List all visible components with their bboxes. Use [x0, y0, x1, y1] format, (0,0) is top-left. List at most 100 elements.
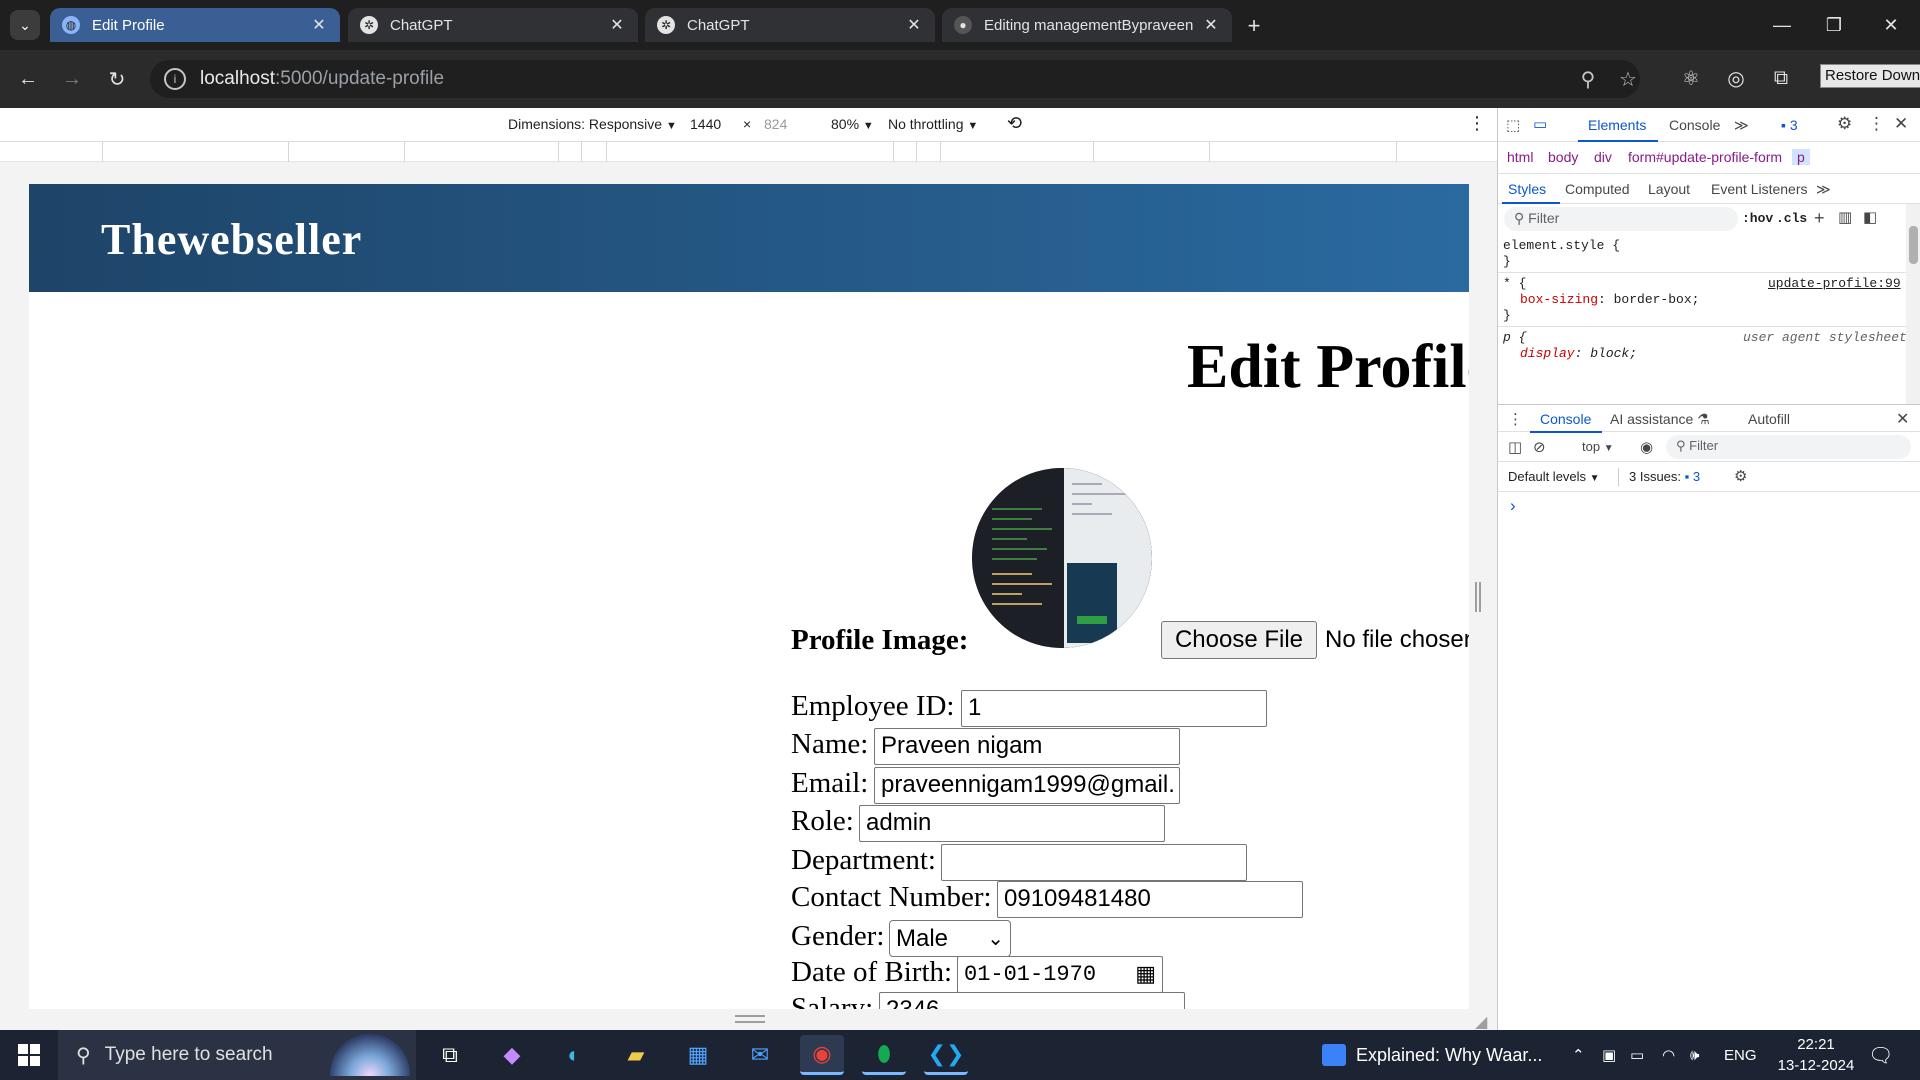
restore-down-icon[interactable]: ❐	[1805, 0, 1863, 50]
console-sidebar-icon[interactable]: ◫	[1508, 438, 1522, 456]
console-prompt[interactable]: ›	[1510, 496, 1516, 516]
department-input[interactable]	[941, 844, 1247, 881]
tab-chatgpt-1[interactable]: ✲ ChatGPT ✕	[348, 8, 638, 42]
element-style-rule[interactable]: element.style {	[1503, 238, 1620, 253]
start-button[interactable]	[0, 1030, 58, 1080]
tab-close-icon[interactable]: ✕	[905, 15, 923, 35]
new-tab-plus-icon[interactable]: +	[1240, 12, 1268, 40]
tab-console[interactable]: Console	[1669, 117, 1720, 133]
tab-close-icon[interactable]: ✕	[608, 15, 626, 35]
email-input[interactable]: praveennigam1999@gmail.	[874, 767, 1180, 804]
rotate-icon[interactable]: ⟲	[1007, 113, 1022, 134]
extensions-puzzle-icon[interactable]: ⧉	[1765, 62, 1797, 94]
name-input[interactable]: Praveen nigam	[874, 728, 1180, 765]
employee-id-input[interactable]: 1	[961, 690, 1267, 727]
styles-scrollbar[interactable]	[1906, 204, 1920, 404]
reload-icon[interactable]: ↻	[102, 64, 132, 94]
throttling-dropdown[interactable]: No throttling ▼	[888, 116, 978, 132]
extension-react-icon[interactable]: ⚛	[1675, 62, 1707, 94]
choose-file-button[interactable]: Choose File	[1161, 621, 1317, 659]
viewport-bottom-resize-handle[interactable]	[735, 1015, 765, 1023]
volume-icon[interactable]: 🕪	[1690, 1030, 1699, 1080]
viewport-right-resize-handle[interactable]	[1475, 582, 1481, 612]
forward-arrow-icon[interactable]: →	[57, 64, 87, 94]
drawer-tab-console[interactable]: Console	[1540, 411, 1591, 427]
task-view-icon[interactable]: ⧉	[428, 1035, 472, 1075]
star-rule-source-link[interactable]: update-profile:99	[1768, 276, 1901, 291]
site-brand[interactable]: Thewebseller	[101, 214, 362, 265]
tab-close-icon[interactable]: ✕	[310, 15, 328, 35]
styles-filter-input[interactable]: ⚲ Filter	[1504, 207, 1738, 231]
dimensions-dropdown[interactable]: Dimensions: Responsive ▼	[508, 116, 677, 132]
settings-gear-icon[interactable]: ⚙	[1837, 114, 1852, 134]
zoom-dropdown[interactable]: 80% ▼	[831, 116, 874, 132]
more-tabs-icon[interactable]: ≫	[1734, 117, 1749, 134]
hov-toggle[interactable]: :hov	[1742, 211, 1773, 226]
more-subtabs-icon[interactable]: ≫	[1816, 181, 1831, 198]
styles-scrollbar-thumb[interactable]	[1909, 226, 1918, 264]
issues-counter[interactable]: 3 Issues: ▪ 3	[1629, 469, 1700, 484]
back-arrow-icon[interactable]: ←	[13, 64, 43, 94]
site-info-icon[interactable]: i	[164, 68, 186, 90]
tab-search-chevron-icon[interactable]: ⌄	[10, 10, 40, 40]
context-dropdown[interactable]: top ▼	[1582, 439, 1614, 454]
cls-toggle[interactable]: .cls	[1776, 211, 1807, 226]
file-explorer-icon[interactable]: ▰	[614, 1035, 658, 1075]
gender-select[interactable]: Male ⌄	[889, 920, 1011, 957]
tab-elements[interactable]: Elements	[1588, 117, 1646, 133]
notifications-icon[interactable]: 🗨	[1868, 1030, 1893, 1080]
drawer-tab-autofill[interactable]: Autofill	[1748, 411, 1790, 427]
new-rule-plus-icon[interactable]: +	[1814, 208, 1825, 229]
device-icon[interactable]: ▣	[1602, 1030, 1616, 1080]
salary-input[interactable]: 2346	[879, 992, 1185, 1009]
copilot-icon[interactable]: ◆	[490, 1035, 534, 1075]
more-options-icon[interactable]: ⋮	[1468, 113, 1486, 134]
sidebar-toggle-icon[interactable]: ◧	[1863, 208, 1877, 226]
issues-badge[interactable]: ▪ 3	[1781, 117, 1798, 133]
chrome-icon[interactable]: ◉	[800, 1035, 844, 1075]
address-bar[interactable]: i localhost:5000/update-profile	[150, 60, 1640, 98]
close-window-icon[interactable]: ✕	[1862, 0, 1920, 50]
star-rule-selector[interactable]: * {	[1503, 276, 1526, 291]
date-of-birth-input[interactable]: 01-01-1970 ▦	[957, 956, 1163, 993]
language-indicator[interactable]: ENG	[1724, 1030, 1757, 1080]
battery-icon[interactable]: ▭	[1630, 1030, 1644, 1080]
role-input[interactable]: admin	[859, 805, 1165, 842]
crumb-html[interactable]: html	[1507, 149, 1533, 165]
mail-icon[interactable]: ✉	[738, 1035, 782, 1075]
viewport-height-input[interactable]: 824	[760, 113, 816, 137]
mongodb-compass-icon[interactable]: ⬮	[862, 1035, 906, 1075]
crumb-div[interactable]: div	[1594, 149, 1612, 165]
p-rule-selector[interactable]: p {	[1503, 330, 1526, 345]
crumb-form[interactable]: form#update-profile-form	[1628, 149, 1782, 165]
drawer-close-icon[interactable]: ✕	[1896, 409, 1909, 429]
drawer-menu-icon[interactable]: ⋮	[1508, 410, 1523, 428]
crumb-p[interactable]: p	[1792, 149, 1810, 165]
show-hidden-icons-chevron-icon[interactable]: ⌃	[1572, 1030, 1585, 1080]
crumb-body[interactable]: body	[1548, 149, 1578, 165]
paint-icon[interactable]: ▥	[1838, 208, 1852, 226]
tab-edit-profile[interactable]: ◍ Edit Profile ✕	[50, 8, 340, 42]
p-rule-declaration[interactable]: display: block;	[1520, 346, 1637, 361]
devtools-menu-icon[interactable]: ⋮	[1868, 114, 1885, 134]
extension-target-icon[interactable]: ◎	[1720, 62, 1752, 94]
wifi-icon[interactable]: ◠	[1662, 1030, 1675, 1080]
device-toggle-icon[interactable]: ▭	[1533, 115, 1547, 133]
minimize-icon[interactable]: —	[1753, 0, 1811, 50]
tab-layout[interactable]: Layout	[1648, 181, 1690, 197]
viewport-corner-resize-icon[interactable]: ◢	[1475, 1012, 1487, 1032]
tab-computed[interactable]: Computed	[1565, 181, 1630, 197]
clear-console-icon[interactable]: ⊘	[1533, 438, 1546, 456]
tab-event-listeners[interactable]: Event Listeners	[1711, 181, 1808, 197]
tab-close-icon[interactable]: ✕	[1202, 15, 1220, 35]
news-widget[interactable]: Explained: Why Waar...	[1322, 1030, 1542, 1080]
contact-number-input[interactable]: 09109481480	[997, 881, 1303, 918]
edge-icon[interactable]: ◐	[552, 1035, 596, 1075]
console-filter-input[interactable]: ⚲ Filter	[1666, 435, 1911, 459]
clock[interactable]: 22:21 13-12-2024	[1776, 1034, 1856, 1076]
devtools-close-icon[interactable]: ✕	[1894, 114, 1908, 134]
tab-styles[interactable]: Styles	[1508, 181, 1546, 197]
console-settings-gear-icon[interactable]: ⚙	[1734, 467, 1747, 485]
log-levels-dropdown[interactable]: Default levels ▼	[1508, 469, 1600, 484]
bookmark-star-icon[interactable]: ☆	[1612, 63, 1644, 95]
